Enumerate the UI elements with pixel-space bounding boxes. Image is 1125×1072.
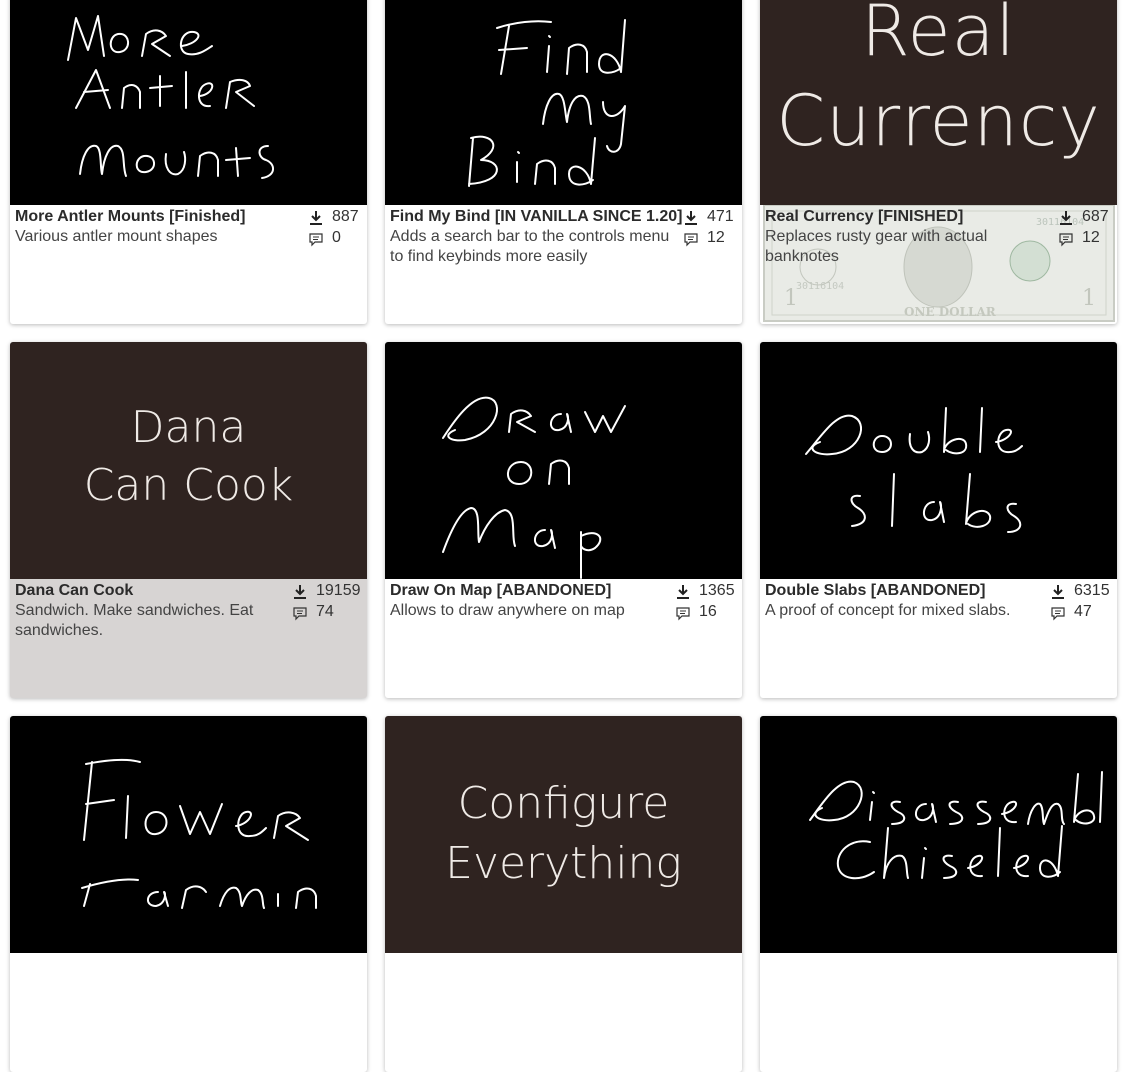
download-icon bbox=[1060, 211, 1072, 225]
comment-icon bbox=[293, 607, 307, 621]
mod-thumbnail: Dana Can Cook bbox=[10, 342, 367, 579]
mod-description: Sandwich. Make sandwiches. Eat sandwiche… bbox=[15, 602, 254, 639]
comment-icon bbox=[1051, 607, 1065, 621]
mod-title[interactable]: Draw On Map [ABANDONED] bbox=[390, 582, 690, 600]
mod-info: 1 1 30116104 30116104 ONE DOLLAR Real Cu… bbox=[760, 205, 1117, 324]
download-count-value: 1365 bbox=[699, 582, 735, 599]
comment-count-value: 74 bbox=[316, 603, 334, 620]
handwritten-thumbnail-art bbox=[81, 758, 317, 909]
mod-card-flower-farming[interactable] bbox=[10, 716, 367, 1072]
mod-card-configure-everything[interactable]: Configure Everything bbox=[385, 716, 742, 1072]
mod-thumbnail bbox=[385, 0, 742, 205]
handwritten-thumbnail-art bbox=[442, 396, 626, 579]
mod-card-find-my-bind[interactable]: Find My Bind [IN VANILLA SINCE 1.20] Add… bbox=[385, 0, 742, 324]
download-icon bbox=[1052, 585, 1064, 599]
mod-thumbnail bbox=[10, 0, 367, 205]
mod-title[interactable]: More Antler Mounts [Finished] bbox=[15, 208, 315, 226]
thumbnail-title-line: Dana bbox=[130, 402, 247, 453]
thumbnail-title-line: Can Cook bbox=[83, 460, 294, 511]
mod-card-disassemble-chiseled[interactable] bbox=[760, 716, 1117, 1072]
download-icon bbox=[310, 211, 322, 225]
mod-description: Various antler mount shapes bbox=[15, 228, 218, 245]
comment-icon bbox=[684, 233, 698, 247]
mod-info: Double Slabs [ABANDONED] A proof of conc… bbox=[760, 579, 1117, 698]
mod-info: Draw On Map [ABANDONED] Allows to draw a… bbox=[385, 579, 742, 698]
mod-description: Adds a search bar to the controls menu t… bbox=[390, 228, 670, 265]
download-count-value: 6315 bbox=[1074, 582, 1110, 599]
handwritten-thumbnail-art bbox=[468, 19, 626, 187]
mod-title[interactable]: Real Currency [FINISHED] bbox=[765, 208, 1065, 226]
mod-title[interactable]: Double Slabs [ABANDONED] bbox=[765, 582, 1065, 600]
bill-serial: 30116104 bbox=[796, 281, 844, 292]
mod-title[interactable]: Find My Bind [IN VANILLA SINCE 1.20] bbox=[390, 208, 690, 226]
mod-description: Replaces rusty gear with actual banknote… bbox=[765, 228, 988, 265]
mod-description: A proof of concept for mixed slabs. bbox=[765, 602, 1011, 619]
mod-thumbnail bbox=[760, 342, 1117, 579]
download-count-value: 471 bbox=[707, 208, 734, 225]
mod-card-draw-on-map[interactable]: Draw On Map [ABANDONED] Allows to draw a… bbox=[385, 342, 742, 698]
mod-card-dana-can-cook[interactable]: Dana Can Cook Dana Can Cook Sandwich. Ma… bbox=[10, 342, 367, 698]
mod-thumbnail bbox=[385, 342, 742, 579]
mod-info: More Antler Mounts [Finished] Various an… bbox=[10, 205, 367, 324]
download-count-value: 887 bbox=[332, 208, 359, 225]
mod-thumbnail bbox=[760, 716, 1117, 953]
mod-card-more-antler-mounts[interactable]: More Antler Mounts [Finished] Various an… bbox=[10, 0, 367, 324]
comment-icon bbox=[676, 607, 690, 621]
handwritten-thumbnail-art bbox=[805, 407, 1023, 533]
comment-icon bbox=[1059, 233, 1073, 247]
mod-card-double-slabs[interactable]: Double Slabs [ABANDONED] A proof of conc… bbox=[760, 342, 1117, 698]
comment-count-value: 0 bbox=[332, 229, 341, 246]
comment-icon bbox=[309, 233, 323, 247]
comment-count-value: 12 bbox=[1082, 229, 1100, 246]
download-icon bbox=[677, 585, 689, 599]
download-count-value: 19159 bbox=[316, 582, 361, 599]
bill-caption: ONE DOLLAR bbox=[904, 305, 997, 319]
comment-count-value: 12 bbox=[707, 229, 725, 246]
mod-info: Dana Can Cook Sandwich. Make sandwiches.… bbox=[10, 579, 367, 698]
mod-thumbnail bbox=[10, 716, 367, 953]
mod-description: Allows to draw anywhere on map bbox=[390, 602, 625, 619]
thumbnail-title-line: Currency bbox=[776, 80, 1101, 162]
thumbnail-title-line: Everything bbox=[445, 838, 682, 889]
mod-thumbnail: Real Currency bbox=[760, 0, 1117, 205]
mod-info: Find My Bind [IN VANILLA SINCE 1.20] Add… bbox=[385, 205, 742, 324]
handwritten-thumbnail-art bbox=[67, 15, 274, 179]
thumbnail-title-line: Real bbox=[861, 0, 1016, 72]
download-icon bbox=[685, 211, 697, 225]
thumbnail-title-line: Configure bbox=[457, 778, 670, 829]
mod-grid: More Antler Mounts [Finished] Various an… bbox=[0, 0, 1125, 1072]
comment-count-value: 47 bbox=[1074, 603, 1092, 620]
comment-count-value: 16 bbox=[699, 603, 717, 620]
mod-card-real-currency[interactable]: Real Currency 1 1 30116104 30116104 ONE … bbox=[760, 0, 1117, 324]
download-icon bbox=[294, 585, 306, 599]
download-count-value: 687 bbox=[1082, 208, 1109, 225]
mod-thumbnail: Configure Everything bbox=[385, 716, 742, 953]
handwritten-thumbnail-art bbox=[809, 771, 1103, 880]
mod-title[interactable]: Dana Can Cook bbox=[15, 582, 315, 600]
bill-denomination: 1 bbox=[1082, 286, 1096, 311]
